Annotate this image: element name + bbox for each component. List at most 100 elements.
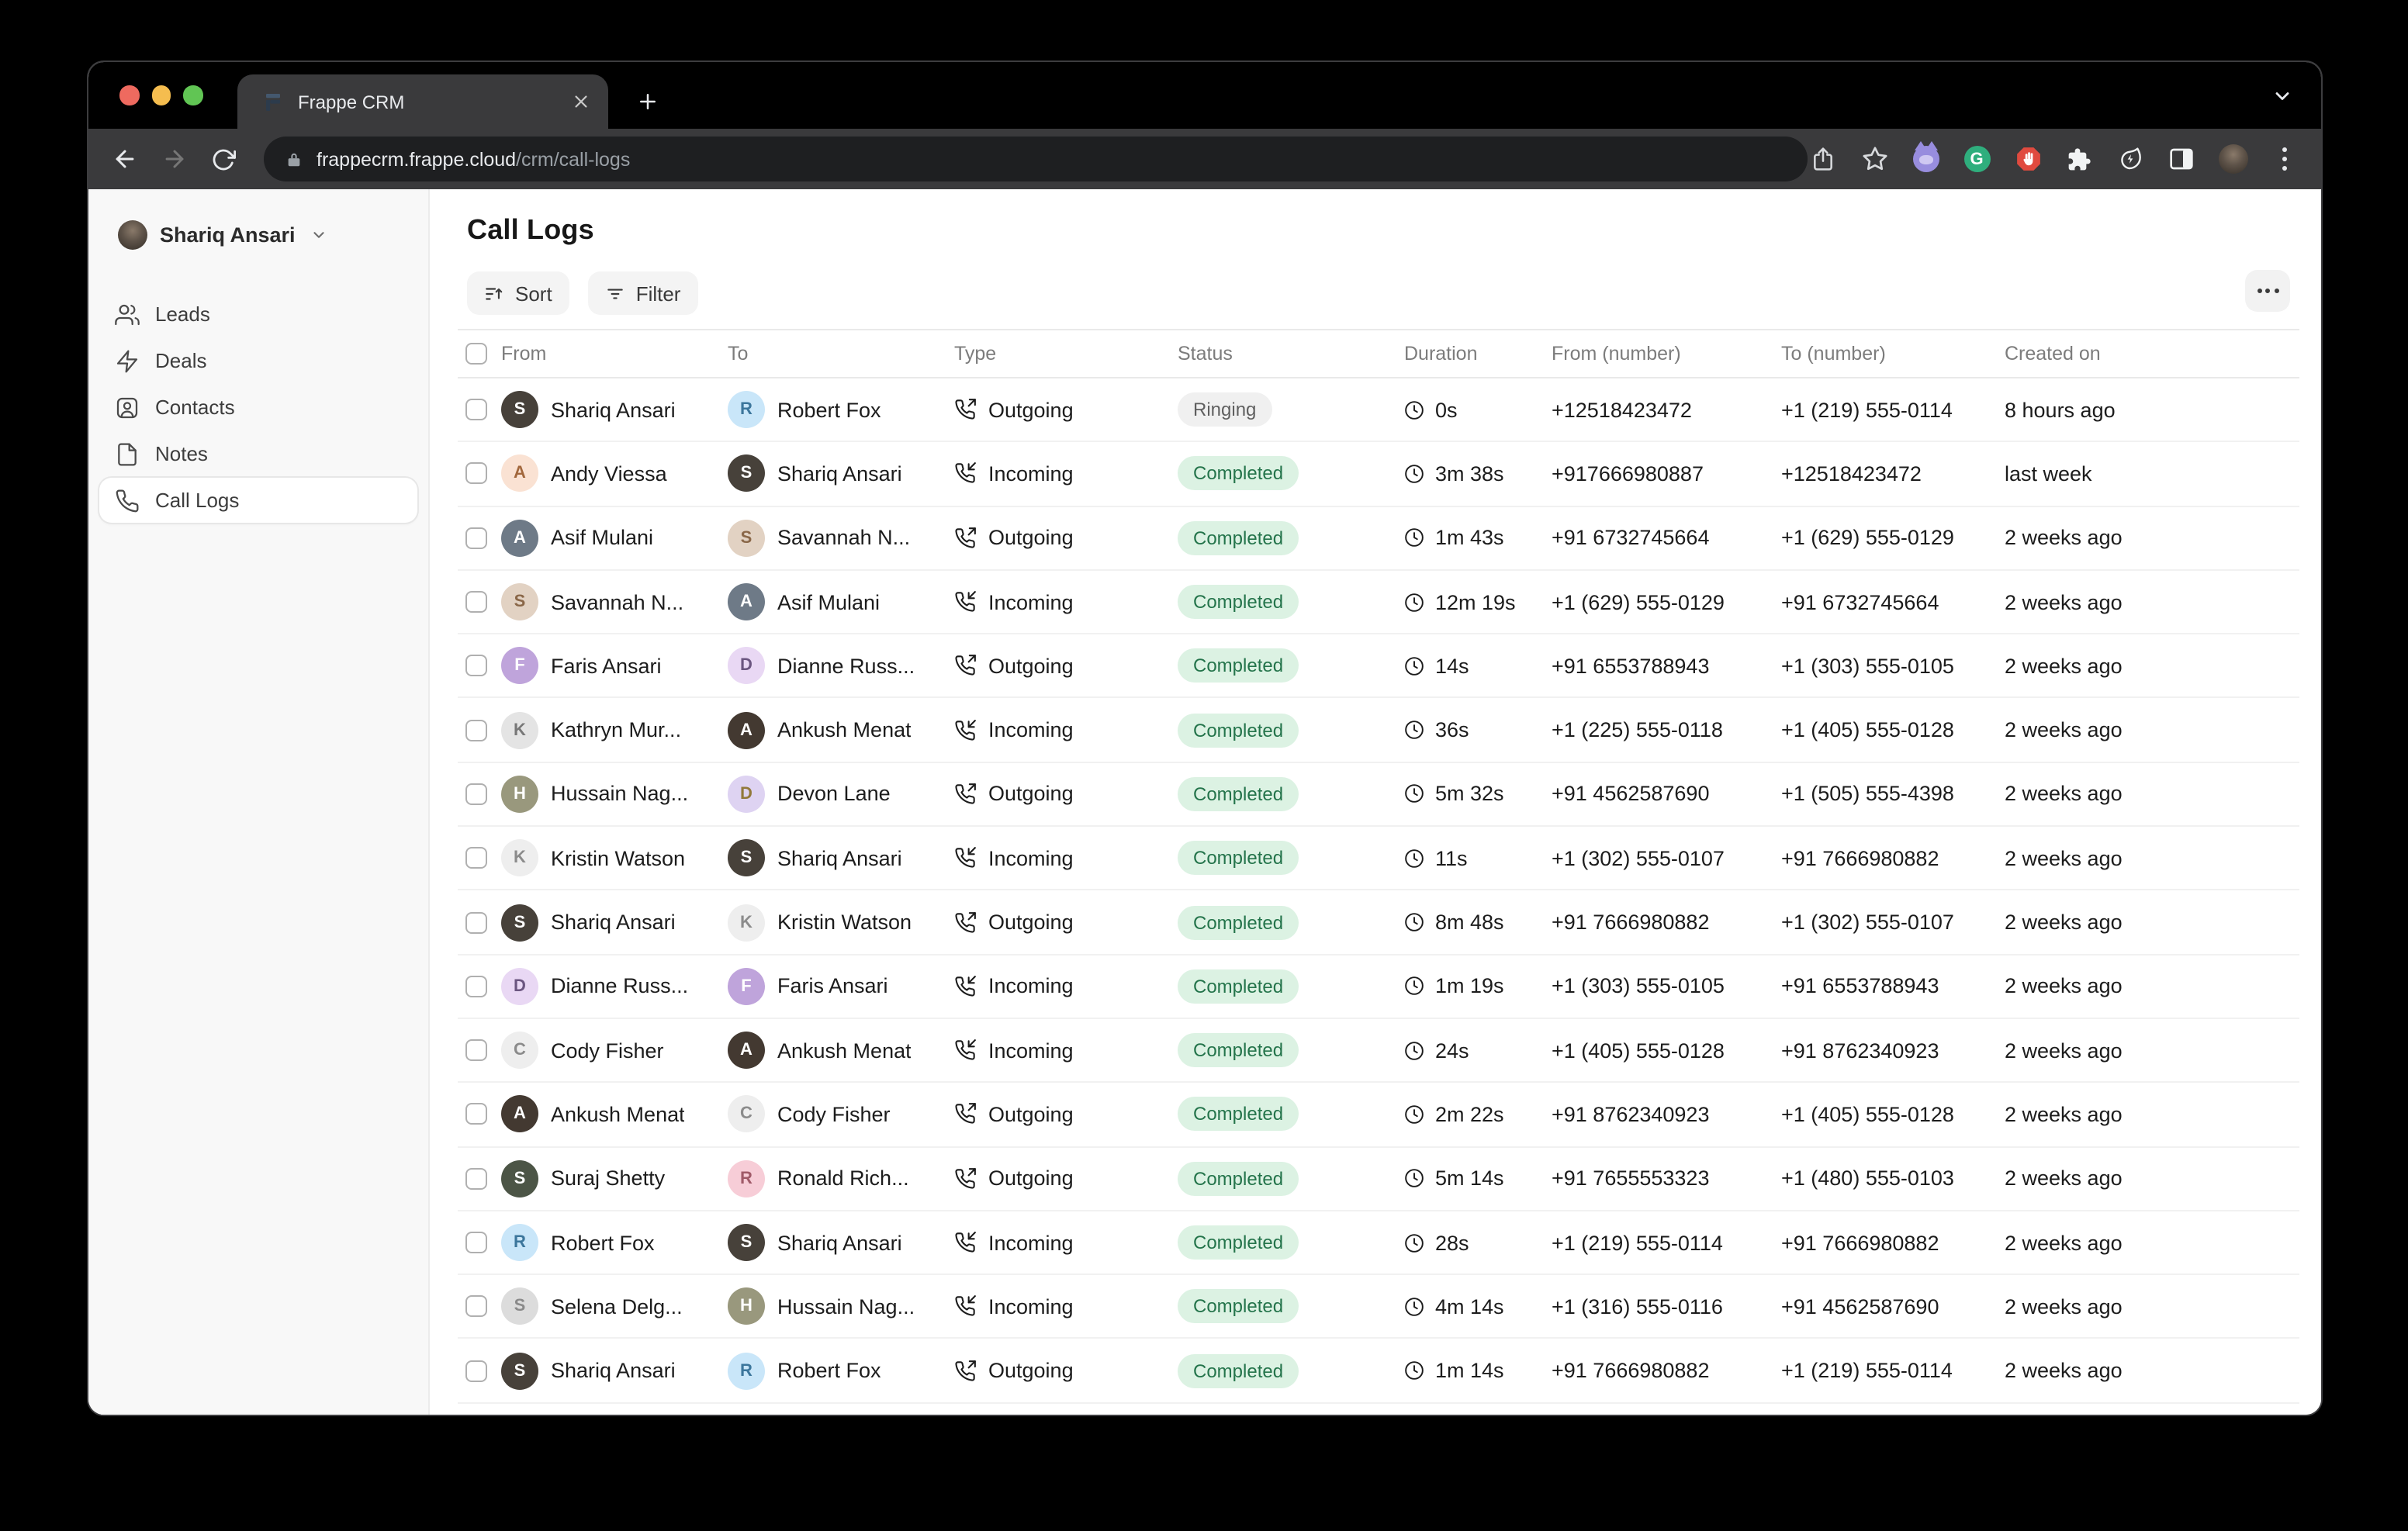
table-row[interactable]: C Cody Fisher A Ankush Menat Incoming Co… — [458, 1019, 2299, 1083]
sort-button[interactable]: Sort — [467, 271, 569, 315]
side-panel-icon[interactable] — [2166, 143, 2197, 175]
call-type-label: Incoming — [988, 975, 1074, 998]
table-row[interactable]: A Ankush Menat C Cody Fisher Outgoing Co… — [458, 1083, 2299, 1148]
energy-saver-icon[interactable] — [2115, 143, 2146, 175]
row-checkbox[interactable] — [465, 1167, 487, 1189]
row-checkbox[interactable] — [465, 911, 487, 933]
back-button[interactable] — [110, 145, 138, 173]
contact-name: Shariq Ansari — [777, 846, 902, 869]
select-all-checkbox[interactable] — [465, 343, 487, 365]
tab-close-icon[interactable] — [568, 89, 593, 114]
table-row[interactable]: R Robert Fox S Shariq Ansari Incoming Co… — [458, 1211, 2299, 1276]
table-row[interactable]: H Hussain Nag... D Devon Lane Outgoing C… — [458, 763, 2299, 828]
row-checkbox[interactable] — [465, 591, 487, 613]
to-contact: K Kristin Watson — [728, 904, 954, 941]
bookmark-star-icon[interactable] — [1859, 143, 1890, 175]
sidebar: Shariq Ansari Leads Deals Contacts Notes… — [88, 189, 430, 1415]
sidebar-item-contacts[interactable]: Contacts — [99, 385, 417, 430]
row-checkbox[interactable] — [465, 783, 487, 805]
row-checkbox[interactable] — [465, 527, 487, 548]
row-checkbox[interactable] — [465, 1039, 487, 1061]
call-type-cell: Incoming — [954, 590, 1178, 613]
sort-label: Sort — [515, 282, 552, 305]
deals-icon — [115, 348, 140, 373]
contact-name: Robert Fox — [777, 1359, 881, 1382]
to-contact: H Hussain Nag... — [728, 1288, 954, 1325]
contact-name: Ankush Menat — [551, 1103, 685, 1126]
row-checkbox[interactable] — [465, 655, 487, 677]
browser-tab[interactable]: Frappe CRM — [237, 74, 608, 129]
adblock-extension-icon[interactable] — [2012, 143, 2043, 175]
refresh-button[interactable] — [209, 145, 237, 173]
call-type-cell: Incoming — [954, 718, 1178, 741]
table-row[interactable]: S Savannah N... A Asif Mulani Incoming C… — [458, 571, 2299, 635]
table-row[interactable]: F Faris Ansari D Dianne Russ... Outgoing… — [458, 634, 2299, 699]
chevron-down-icon — [311, 226, 328, 243]
github-extension-icon[interactable] — [1910, 143, 1941, 175]
zoom-button[interactable] — [183, 85, 202, 105]
sidebar-item-notes[interactable]: Notes — [99, 431, 417, 476]
url-path: /crm/call-logs — [516, 148, 630, 170]
call-type-cell: Incoming — [954, 1231, 1178, 1254]
from-number-cell: +91 7655553323 — [1552, 1166, 1781, 1190]
avatar: K — [501, 839, 538, 876]
filter-button[interactable]: Filter — [588, 271, 698, 315]
row-checkbox[interactable] — [465, 976, 487, 997]
sidebar-item-leads[interactable]: Leads — [99, 292, 417, 337]
table-row[interactable]: S Shariq Ansari K Kristin Watson Outgoin… — [458, 891, 2299, 956]
phone-incoming-icon — [954, 591, 976, 613]
from-number-cell: +91 6732745664 — [1552, 526, 1781, 549]
sidebar-item-deals[interactable]: Deals — [99, 338, 417, 383]
table-row[interactable]: D Dianne Russ... F Faris Ansari Incoming… — [458, 955, 2299, 1019]
from-number-cell: +1 (629) 555-0129 — [1552, 590, 1781, 613]
table-row[interactable]: S Shariq Ansari R Robert Fox Outgoing Ri… — [458, 378, 2299, 443]
table-row[interactable]: K Kristin Watson S Shariq Ansari Incomin… — [458, 827, 2299, 891]
table-row[interactable]: S Selena Delg... H Hussain Nag... Incomi… — [458, 1275, 2299, 1339]
more-options-button[interactable] — [2245, 270, 2290, 312]
table-row[interactable] — [458, 1404, 2299, 1415]
row-checkbox[interactable] — [465, 1360, 487, 1381]
row-checkbox[interactable] — [465, 719, 487, 741]
share-icon[interactable] — [1808, 143, 1839, 175]
forward-button[interactable] — [160, 145, 188, 173]
column-header: From — [501, 343, 728, 365]
menu-dots-icon[interactable] — [2268, 143, 2299, 175]
table-row[interactable]: A Andy Viessa S Shariq Ansari Incoming C… — [458, 443, 2299, 507]
phone-incoming-icon — [954, 976, 976, 997]
close-button[interactable] — [119, 85, 139, 105]
sidebar-item-call-logs[interactable]: Call Logs — [99, 478, 417, 523]
call-type-cell: Incoming — [954, 1295, 1178, 1318]
clock-icon — [1404, 976, 1424, 997]
row-checkbox[interactable] — [465, 463, 487, 485]
avatar: K — [501, 711, 538, 748]
status-cell: Completed — [1178, 1097, 1404, 1132]
row-checkbox[interactable] — [465, 847, 487, 869]
crm-app: Shariq Ansari Leads Deals Contacts Notes… — [88, 189, 2321, 1415]
row-checkbox[interactable] — [465, 399, 487, 420]
clock-icon — [1404, 1297, 1424, 1317]
contact-name: Savannah N... — [551, 590, 683, 613]
clock-icon — [1404, 464, 1424, 484]
table-row[interactable]: S Shariq Ansari R Robert Fox Outgoing Co… — [458, 1339, 2299, 1404]
address-bar[interactable]: frappecrm.frappe.cloud/crm/call-logs — [264, 137, 1808, 181]
list-actions: Sort Filter — [467, 271, 2321, 315]
grammarly-extension-icon[interactable]: G — [1961, 143, 1992, 175]
extensions-puzzle-icon[interactable] — [2064, 143, 2095, 175]
row-checkbox[interactable] — [465, 1296, 487, 1318]
frappe-favicon — [262, 91, 284, 112]
status-badge: Completed — [1178, 777, 1299, 811]
profile-avatar[interactable] — [2217, 143, 2248, 175]
table-row[interactable]: S Suraj Shetty R Ronald Rich... Outgoing… — [458, 1147, 2299, 1211]
row-checkbox[interactable] — [465, 1104, 487, 1125]
tabstrip-chevron-icon[interactable] — [2267, 81, 2298, 112]
phone-outgoing-icon — [954, 783, 976, 805]
to-contact: R Ronald Rich... — [728, 1159, 954, 1197]
minimize-button[interactable] — [151, 85, 171, 105]
new-tab-button[interactable] — [627, 81, 667, 121]
table-row[interactable]: A Asif Mulani S Savannah N... Outgoing C… — [458, 506, 2299, 571]
row-checkbox[interactable] — [465, 1232, 487, 1253]
duration-cell: 24s — [1404, 1039, 1552, 1062]
user-menu[interactable]: Shariq Ansari — [99, 216, 417, 253]
table-row[interactable]: K Kathryn Mur... A Ankush Menat Incoming… — [458, 699, 2299, 763]
avatar: S — [501, 583, 538, 620]
